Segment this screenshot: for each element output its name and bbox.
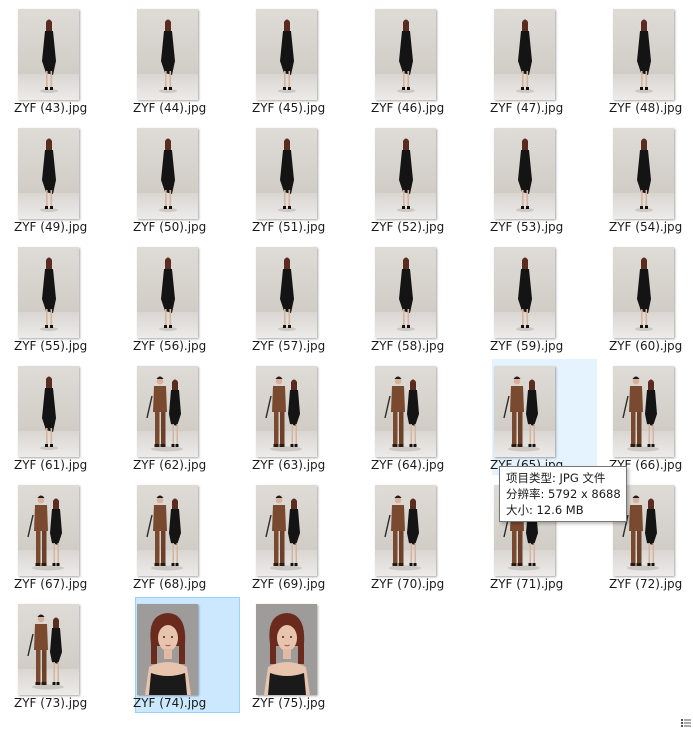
file-name-label: ZYF (51).jpg (252, 220, 326, 234)
file-item[interactable]: ZYF (57).jpg (252, 240, 359, 356)
file-name-label: ZYF (45).jpg (252, 101, 326, 115)
file-thumbnail (613, 366, 674, 457)
file-item[interactable]: ZYF (56).jpg (133, 240, 240, 356)
file-name-label: ZYF (47).jpg (490, 101, 564, 115)
file-name-label: ZYF (49).jpg (14, 220, 88, 234)
file-name-label: ZYF (69).jpg (252, 577, 326, 591)
file-thumbnail (494, 247, 555, 338)
file-name-label: ZYF (73).jpg (14, 696, 88, 710)
file-thumbnail (375, 9, 436, 100)
file-item[interactable]: ZYF (49).jpg (14, 121, 121, 237)
file-name-label: ZYF (67).jpg (14, 577, 88, 591)
file-item[interactable]: ZYF (64).jpg (371, 359, 478, 475)
file-name-label: ZYF (62).jpg (133, 458, 207, 472)
file-thumbnail (375, 247, 436, 338)
file-thumbnail (18, 366, 79, 457)
file-item[interactable]: ZYF (44).jpg (133, 2, 240, 118)
file-thumbnail (375, 366, 436, 457)
file-thumbnail (137, 128, 198, 219)
file-info-tooltip: 项目类型: JPG 文件 分辨率: 5792 x 8688 大小: 12.6 M… (499, 466, 627, 522)
file-thumbnail (256, 485, 317, 576)
file-item[interactable]: ZYF (66).jpg (609, 359, 693, 475)
file-thumbnail (256, 247, 317, 338)
file-name-label: ZYF (59).jpg (490, 339, 564, 353)
file-thumbnail (613, 9, 674, 100)
file-thumbnail (137, 247, 198, 338)
file-item[interactable]: ZYF (55).jpg (14, 240, 121, 356)
file-thumbnail (256, 366, 317, 457)
file-name-label: ZYF (70).jpg (371, 577, 445, 591)
file-thumbnail (494, 9, 555, 100)
file-item[interactable]: ZYF (43).jpg (14, 2, 121, 118)
file-name-label: ZYF (46).jpg (371, 101, 445, 115)
file-item[interactable]: ZYF (65).jpg (490, 359, 597, 475)
tooltip-size: 大小: 12.6 MB (506, 503, 584, 517)
file-item[interactable]: ZYF (45).jpg (252, 2, 359, 118)
file-thumbnail (494, 128, 555, 219)
file-item[interactable]: ZYF (68).jpg (133, 478, 240, 594)
tooltip-dimensions: 分辨率: 5792 x 8688 (506, 487, 621, 501)
file-name-label: ZYF (48).jpg (609, 101, 683, 115)
file-item[interactable]: ZYF (61).jpg (14, 359, 121, 475)
file-thumbnail (18, 9, 79, 100)
file-thumbnail (375, 485, 436, 576)
file-thumbnail (256, 128, 317, 219)
file-thumbnail (137, 604, 198, 695)
file-thumbnail (613, 247, 674, 338)
file-name-label: ZYF (52).jpg (371, 220, 445, 234)
tooltip-item-type: 项目类型: JPG 文件 (506, 471, 606, 485)
file-name-label: ZYF (43).jpg (14, 101, 88, 115)
file-item[interactable]: ZYF (75).jpg (252, 597, 359, 713)
view-toggle-icon[interactable] (681, 718, 691, 728)
file-name-label: ZYF (44).jpg (133, 101, 207, 115)
file-thumbnail (18, 128, 79, 219)
file-name-label: ZYF (55).jpg (14, 339, 88, 353)
file-name-label: ZYF (58).jpg (371, 339, 445, 353)
file-name-label: ZYF (50).jpg (133, 220, 207, 234)
file-name-label: ZYF (68).jpg (133, 577, 207, 591)
file-name-label: ZYF (63).jpg (252, 458, 326, 472)
file-thumbnail (494, 366, 555, 457)
file-item[interactable]: ZYF (74).jpg (133, 597, 240, 713)
file-thumbnail (137, 9, 198, 100)
file-thumbnail (256, 604, 317, 695)
file-name-label: ZYF (56).jpg (133, 339, 207, 353)
file-item[interactable]: ZYF (50).jpg (133, 121, 240, 237)
file-thumbnail (137, 485, 198, 576)
file-thumbnail (18, 485, 79, 576)
file-thumbnail (18, 604, 79, 695)
file-item[interactable]: ZYF (47).jpg (490, 2, 597, 118)
file-item[interactable]: ZYF (63).jpg (252, 359, 359, 475)
file-item[interactable]: ZYF (51).jpg (252, 121, 359, 237)
file-item[interactable]: ZYF (54).jpg (609, 121, 693, 237)
file-name-label: ZYF (75).jpg (252, 696, 326, 710)
file-item[interactable]: ZYF (62).jpg (133, 359, 240, 475)
file-thumbnail (375, 128, 436, 219)
file-thumbnail (18, 247, 79, 338)
file-thumbnail (137, 366, 198, 457)
file-name-label: ZYF (74).jpg (133, 696, 207, 710)
file-name-label: ZYF (54).jpg (609, 220, 683, 234)
file-item[interactable]: ZYF (53).jpg (490, 121, 597, 237)
file-thumbnail (613, 128, 674, 219)
file-name-label: ZYF (64).jpg (371, 458, 445, 472)
file-item[interactable]: ZYF (48).jpg (609, 2, 693, 118)
file-item[interactable]: ZYF (69).jpg (252, 478, 359, 594)
file-item[interactable]: ZYF (67).jpg (14, 478, 121, 594)
file-name-label: ZYF (60).jpg (609, 339, 683, 353)
file-name-label: ZYF (53).jpg (490, 220, 564, 234)
file-item[interactable]: ZYF (52).jpg (371, 121, 478, 237)
file-item[interactable]: ZYF (70).jpg (371, 478, 478, 594)
file-name-label: ZYF (71).jpg (490, 577, 564, 591)
file-item[interactable]: ZYF (60).jpg (609, 240, 693, 356)
file-item[interactable]: ZYF (58).jpg (371, 240, 478, 356)
file-item[interactable]: ZYF (73).jpg (14, 597, 121, 713)
file-grid: ZYF (43).jpg ZYF (44).jpg ZYF (45).jpg ZYF … (0, 0, 693, 730)
file-name-label: ZYF (61).jpg (14, 458, 88, 472)
file-item[interactable]: ZYF (46).jpg (371, 2, 478, 118)
file-name-label: ZYF (57).jpg (252, 339, 326, 353)
file-item[interactable]: ZYF (59).jpg (490, 240, 597, 356)
file-name-label: ZYF (72).jpg (609, 577, 683, 591)
file-thumbnail (256, 9, 317, 100)
